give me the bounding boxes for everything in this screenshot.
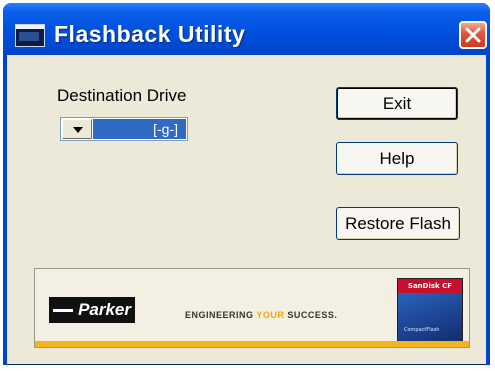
destination-drive-label: Destination Drive [57,86,187,105]
parker-banner: Parker ENGINEERING YOUR SUCCESS. SanDisk… [34,268,470,348]
destination-drive-select[interactable]: [-g-] [60,117,188,141]
title-bar[interactable]: Flashback Utility [3,3,490,55]
exit-button[interactable]: Exit [336,87,458,120]
close-button[interactable] [459,21,487,49]
window-title: Flashback Utility [54,21,246,47]
compact-flash-card-icon: SanDisk CF CompactFlash [397,278,463,342]
window-frame-left [3,55,7,365]
close-icon [465,27,481,43]
card-brand: SanDisk CF [398,279,462,293]
tagline-post: SUCCESS. [284,310,338,320]
card-sub: CompactFlash [404,327,440,333]
parker-logo: Parker [49,297,135,323]
banner-stripe [35,341,469,347]
banner-tagline: ENGINEERING YOUR SUCCESS. [185,310,337,320]
help-button[interactable]: Help [336,142,458,175]
app-icon [15,24,45,47]
selected-drive-value: [-g-] [93,119,186,139]
restore-flash-button[interactable]: Restore Flash [336,207,460,240]
tagline-pre: ENGINEERING [185,310,257,320]
dropdown-arrow-icon[interactable] [62,119,92,139]
flashback-utility-window: Flashback Utility Destination Drive [-g-… [3,3,490,365]
tagline-highlight: YOUR [256,310,285,320]
window-frame-right [486,55,490,365]
